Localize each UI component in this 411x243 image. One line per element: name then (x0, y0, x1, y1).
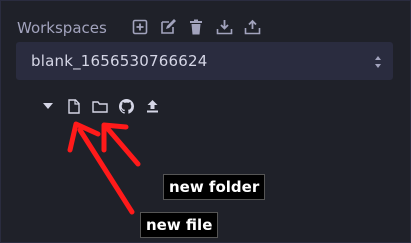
new-folder-icon[interactable] (92, 97, 108, 115)
plus-square-icon[interactable] (130, 17, 150, 37)
workspace-select-value: blank_1656530766624 (31, 52, 208, 70)
github-icon[interactable] (118, 97, 134, 115)
edit-icon[interactable] (158, 17, 178, 37)
upload-icon[interactable] (144, 97, 160, 115)
workspaces-header: Workspaces (17, 18, 107, 38)
new-file-annotation: new file (140, 212, 219, 238)
caret-down-icon[interactable] (40, 97, 56, 115)
workspace-actions (130, 17, 262, 37)
select-arrows-icon (374, 53, 382, 71)
new-folder-annotation: new folder (163, 174, 266, 200)
upload-icon[interactable] (242, 17, 262, 37)
file-explorer-toolbar (40, 96, 160, 116)
download-icon[interactable] (214, 17, 234, 37)
workspaces-title: Workspaces (17, 19, 107, 37)
new-file-icon[interactable] (66, 97, 82, 115)
workspace-select[interactable]: blank_1656530766624 (16, 42, 393, 80)
trash-icon[interactable] (186, 17, 206, 37)
